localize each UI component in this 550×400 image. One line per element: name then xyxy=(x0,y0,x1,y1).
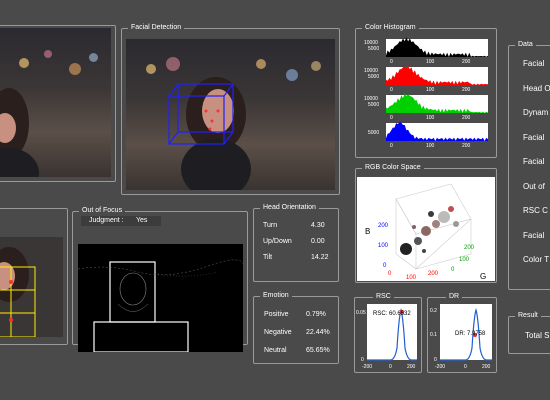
axis-label-b: B xyxy=(365,227,370,236)
judgment-label: Judgment : xyxy=(89,217,124,224)
head-orientation-value: 0.00 xyxy=(311,238,325,245)
b-tick: 200 xyxy=(378,223,389,229)
dr-panel: DR DR: 7.9758 0.2 0.1 0 -200 0 200 xyxy=(427,292,497,373)
face-grid-panel xyxy=(0,208,68,345)
head-orientation-label: Tilt xyxy=(263,254,273,261)
dr-y-tick: 0.1 xyxy=(430,332,437,338)
histogram-x-tick: 0 xyxy=(390,115,393,121)
histogram-x-tick: 200 xyxy=(462,143,471,149)
rsc-annotation: RSC: 60.6532 xyxy=(373,311,411,317)
data-item: RSC C xyxy=(523,206,548,215)
color-histogram-chart: 1000050000 100 2001000050000 100 20010000500… xyxy=(364,37,488,149)
source-photo xyxy=(0,28,111,177)
panel-title: Result xyxy=(515,311,541,321)
data-item: Head O xyxy=(523,83,550,93)
histogram-x-tick: 200 xyxy=(462,115,471,121)
emotion-panel: Emotion Positive 0.79% Negative 22.44% Neutr… xyxy=(253,291,339,364)
histogram-x-tick: 0 xyxy=(390,87,393,93)
emotion-label: Neutral xyxy=(264,347,287,354)
data-item: Out of xyxy=(523,181,545,191)
r-tick: 200 xyxy=(428,271,439,277)
color-histogram-panel: Color Histogram 10000 5000 0 100 200 10000 500… xyxy=(355,23,497,158)
face-grid-photo xyxy=(0,237,63,337)
dr-chart: DR: 7.9758 0.2 0.1 0 -200 0 200 xyxy=(430,304,492,370)
histogram-y-tick: 5000 xyxy=(368,74,379,80)
emotion-label: Negative xyxy=(264,329,292,336)
head-orientation-value: 4.30 xyxy=(311,222,325,229)
rsc-y-tick: 0.05 xyxy=(356,310,366,316)
result-label: Total S xyxy=(525,331,550,340)
source-image-panel xyxy=(0,25,116,182)
panel-title: Out of Focus xyxy=(79,206,126,216)
head-orientation-value: 14.22 xyxy=(311,254,329,261)
histogram-x-tick: 200 xyxy=(462,87,471,93)
b-tick: 100 xyxy=(378,243,389,249)
facial-detection-panel: Facial Detection xyxy=(121,23,340,195)
data-panel: Data Facial Head O Dynam Facial Facial Out of… xyxy=(508,40,550,290)
r-tick: 100 xyxy=(406,275,417,281)
histogram-x-tick: 100 xyxy=(426,59,435,65)
dr-x-tick: 0 xyxy=(464,364,467,370)
head-orientation-label: Turn xyxy=(263,222,278,229)
panel-title: Data xyxy=(515,40,536,50)
rsc-panel: RSC RSC: 60.6532 0.05 0 -200 0 200 xyxy=(354,292,422,373)
head-orientation-label: Up/Down xyxy=(263,238,292,245)
face-grid-overlay xyxy=(0,266,36,337)
dr-y-tick: 0 xyxy=(434,357,437,363)
emotion-value: 0.79% xyxy=(306,311,326,318)
dr-y-tick: 0.2 xyxy=(430,308,437,314)
rsc-chart: RSC: 60.6532 0.05 0 -200 0 200 xyxy=(356,304,417,370)
judgment-value: Yes xyxy=(136,217,148,224)
g-tick: 200 xyxy=(464,245,475,251)
histogram-x-tick: 200 xyxy=(462,59,471,65)
data-item: Color T xyxy=(523,255,550,264)
histogram-x-tick: 0 xyxy=(390,143,393,149)
edge-map-image xyxy=(78,244,243,352)
dr-x-tick: -200 xyxy=(435,364,445,370)
panel-title: Emotion xyxy=(260,291,292,301)
data-item: Dynam xyxy=(523,108,549,117)
rgb-3d-scatter: B G 0 100 200 0 100 200 0 100 200 xyxy=(357,177,495,281)
rsc-x-tick: -200 xyxy=(362,364,372,370)
histogram-x-tick: 100 xyxy=(426,143,435,149)
emotion-value: 65.65% xyxy=(306,347,330,354)
face-detection-box xyxy=(168,83,234,145)
data-item: Facial xyxy=(523,59,545,68)
rgb-color-space-panel: RGB Color Space B G 0 100 200 0 100 200 … xyxy=(355,163,497,283)
rsc-y-tick: 0 xyxy=(361,357,364,363)
histogram-y-tick: 5000 xyxy=(368,102,379,108)
axis-label-g: G xyxy=(480,272,486,281)
emotion-label: Positive xyxy=(264,311,289,318)
histogram-x-tick: 100 xyxy=(426,87,435,93)
emotion-value: 22.44% xyxy=(306,329,330,336)
dr-x-tick: 200 xyxy=(482,364,491,370)
panel-title: Head Orientation xyxy=(260,203,319,213)
histogram-x-tick: 100 xyxy=(426,115,435,121)
rsc-x-tick: 0 xyxy=(389,364,392,370)
judgment-box: Judgment : Yes xyxy=(81,216,161,226)
histogram-x-tick: 0 xyxy=(390,59,393,65)
histogram-y-tick: 5000 xyxy=(368,46,379,52)
g-tick: 100 xyxy=(459,257,470,263)
data-item: Facial xyxy=(523,157,545,166)
panel-title: Facial Detection xyxy=(128,23,185,33)
head-orientation-panel: Head Orientation Turn 4.30 Up/Down 0.00 Tilt… xyxy=(253,203,339,282)
result-panel: Result Total S xyxy=(508,311,550,354)
data-item: Facial xyxy=(523,230,545,240)
out-of-focus-panel: Out of Focus Judgment : Yes xyxy=(72,206,248,352)
histogram-y-tick: 5000 xyxy=(368,130,379,136)
rsc-x-tick: 200 xyxy=(407,364,416,370)
facial-detection-photo xyxy=(126,39,335,190)
dr-annotation: DR: 7.9758 xyxy=(455,331,486,337)
data-item: Facial xyxy=(523,132,545,142)
